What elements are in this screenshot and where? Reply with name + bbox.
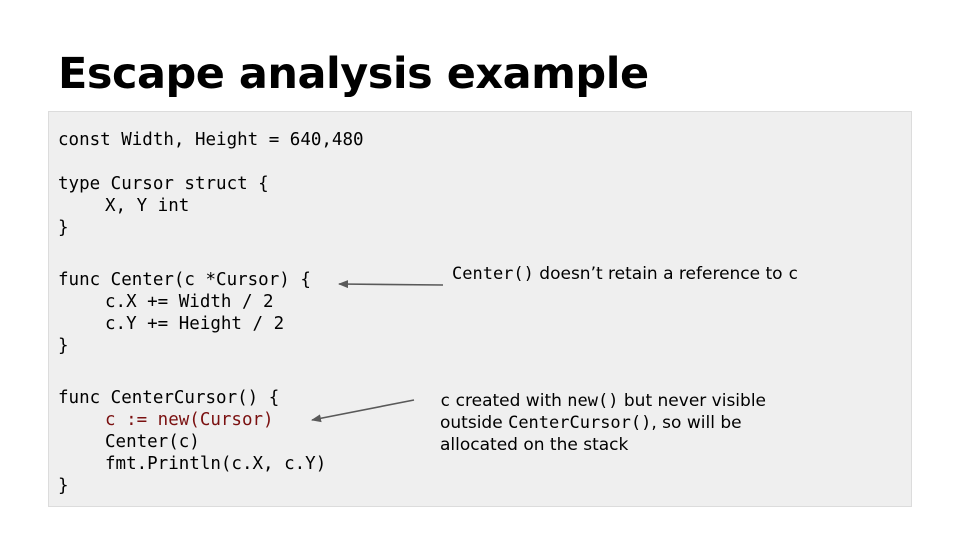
annotation-c-var: c xyxy=(440,391,451,411)
code-line-struct-close: } xyxy=(58,218,69,238)
annotation-text-outside: outside xyxy=(440,413,509,433)
annotation-new-call: new() xyxy=(567,391,619,411)
annotation-centercursor-func: CenterCursor() xyxy=(508,413,652,433)
code-line-type-cursor: type Cursor struct { xyxy=(58,174,269,194)
code-line-func-centercursor: func CenterCursor() { xyxy=(58,388,280,408)
code-line-println: fmt.Println(c.X, c.Y) xyxy=(105,454,327,474)
annotation-centercursor-line1: c created with new() but never visible xyxy=(440,390,766,412)
code-line-center-close: } xyxy=(58,336,69,356)
annotation-center: Center() doesn’t retain a reference to c xyxy=(452,263,798,285)
annotation-centercursor-line2: outside CenterCursor(), so will be xyxy=(440,412,766,434)
code-line-const: const Width, Height = 640,480 xyxy=(58,130,364,150)
annotation-text-never-visible: but never visible xyxy=(618,391,767,411)
slide-title: Escape analysis example xyxy=(58,49,649,99)
annotation-center-text: doesn’t retain a reference to xyxy=(533,264,788,284)
annotation-centercursor-line3: allocated on the stack xyxy=(440,435,629,455)
annotation-text-so-will-be: , so will be xyxy=(651,413,742,433)
annotation-center-var: c xyxy=(787,264,799,284)
code-line-center-x: c.X += Width / 2 xyxy=(105,292,274,312)
code-line-func-center: func Center(c *Cursor) { xyxy=(58,270,311,290)
annotation-text-created: created with xyxy=(450,391,568,411)
code-line-new-cursor: c := new(Cursor) xyxy=(105,410,274,430)
code-line-centercursor-close: } xyxy=(58,476,69,496)
code-line-center-y: c.Y += Height / 2 xyxy=(105,314,285,334)
annotation-centercursor: c created with new() but never visible o… xyxy=(440,390,766,456)
annotation-center-func: Center() xyxy=(452,264,534,284)
slide: Escape analysis example const Width, Hei… xyxy=(0,0,960,540)
code-line-fields: X, Y int xyxy=(105,196,190,216)
code-line-call-center: Center(c) xyxy=(105,432,200,452)
